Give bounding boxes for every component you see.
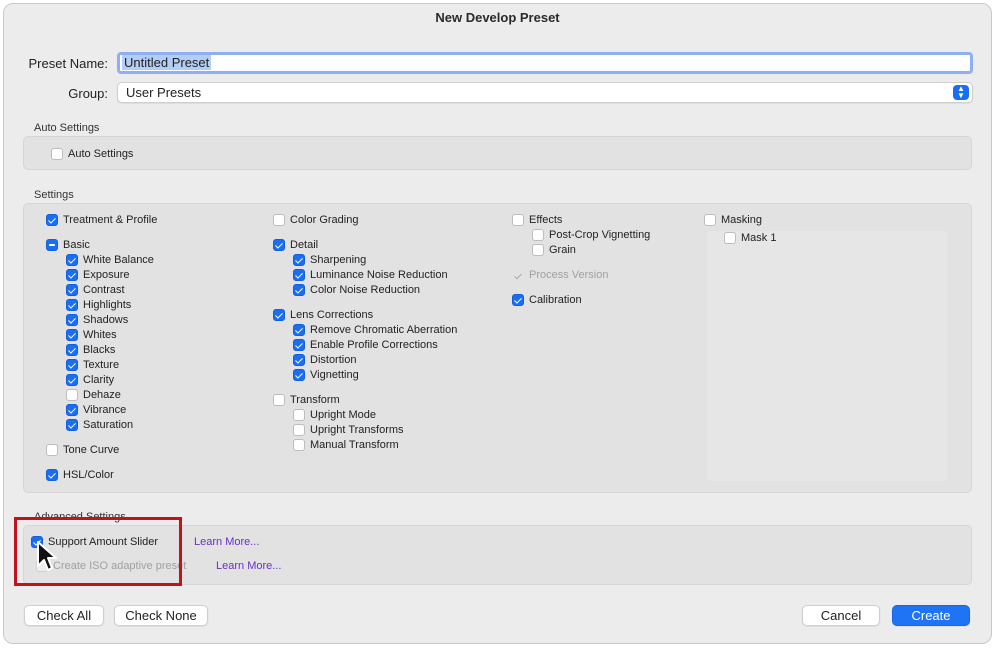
mouse-pointer-icon <box>37 541 57 571</box>
white-balance-checkbox[interactable]: White Balance <box>66 253 154 267</box>
treatment-profile-checkbox[interactable]: Treatment & Profile <box>46 213 157 227</box>
manual-transform-checkbox[interactable]: Manual Transform <box>293 438 399 452</box>
learn-more-link-1[interactable]: Learn More... <box>194 536 259 548</box>
preset-name-input[interactable]: Untitled Preset <box>117 52 973 74</box>
learn-more-link-2[interactable]: Learn More... <box>216 560 281 572</box>
blacks-checkbox[interactable]: Blacks <box>66 343 115 357</box>
calibration-checkbox[interactable]: Calibration <box>512 293 582 307</box>
detail-checkbox[interactable]: Detail <box>273 238 318 252</box>
group-label: Group: <box>68 86 108 101</box>
preset-name-label: Preset Name: <box>28 56 108 71</box>
settings-title: Settings <box>34 189 74 201</box>
distortion-checkbox[interactable]: Distortion <box>293 353 356 367</box>
tone-curve-checkbox[interactable]: Tone Curve <box>46 443 119 457</box>
vibrance-checkbox[interactable]: Vibrance <box>66 403 126 417</box>
masking-list-panel <box>707 231 947 481</box>
upright-mode-checkbox[interactable]: Upright Mode <box>293 408 376 422</box>
check-all-button[interactable]: Check All <box>24 605 104 626</box>
upright-transforms-checkbox[interactable]: Upright Transforms <box>293 423 404 437</box>
vignetting-checkbox[interactable]: Vignetting <box>293 368 359 382</box>
sharpening-checkbox[interactable]: Sharpening <box>293 253 366 267</box>
chevron-updown-icon: ▲ ▼ <box>953 85 969 100</box>
color-noise-reduction-checkbox[interactable]: Color Noise Reduction <box>293 283 420 297</box>
whites-checkbox[interactable]: Whites <box>66 328 117 342</box>
masking-checkbox[interactable]: Masking <box>704 213 762 227</box>
check-none-button[interactable]: Check None <box>114 605 208 626</box>
settings-box: Treatment & Profile Basic White Balance … <box>23 203 972 493</box>
saturation-checkbox[interactable]: Saturation <box>66 418 133 432</box>
cancel-button[interactable]: Cancel <box>802 605 880 626</box>
enable-profile-corrections-checkbox[interactable]: Enable Profile Corrections <box>293 338 438 352</box>
texture-checkbox[interactable]: Texture <box>66 358 119 372</box>
auto-settings-box: Auto Settings <box>23 136 972 170</box>
post-crop-vignetting-checkbox[interactable]: Post-Crop Vignetting <box>532 228 650 242</box>
group-select-value: User Presets <box>126 85 202 100</box>
hsl-color-checkbox[interactable]: HSL/Color <box>46 468 114 482</box>
process-version-checkbox: Process Version <box>512 268 608 282</box>
dehaze-checkbox[interactable]: Dehaze <box>66 388 121 402</box>
mask-1-checkbox[interactable]: Mask 1 <box>724 231 776 245</box>
create-button[interactable]: Create <box>892 605 970 626</box>
exposure-checkbox[interactable]: Exposure <box>66 268 129 282</box>
color-grading-checkbox[interactable]: Color Grading <box>273 213 358 227</box>
transform-checkbox[interactable]: Transform <box>273 393 340 407</box>
highlights-checkbox[interactable]: Highlights <box>66 298 131 312</box>
grain-checkbox[interactable]: Grain <box>532 243 576 257</box>
auto-settings-checkbox[interactable]: Auto Settings <box>51 147 133 161</box>
preset-name-value: Untitled Preset <box>122 55 212 70</box>
effects-checkbox[interactable]: Effects <box>512 213 562 227</box>
remove-chromatic-aberration-checkbox[interactable]: Remove Chromatic Aberration <box>293 323 457 337</box>
clarity-checkbox[interactable]: Clarity <box>66 373 114 387</box>
dialog-title: New Develop Preset <box>435 10 560 25</box>
auto-settings-title: Auto Settings <box>34 122 100 134</box>
shadows-checkbox[interactable]: Shadows <box>66 313 128 327</box>
basic-checkbox[interactable]: Basic <box>46 238 90 252</box>
group-select[interactable]: User Presets ▲ ▼ <box>117 82 973 103</box>
contrast-checkbox[interactable]: Contrast <box>66 283 125 297</box>
lens-corrections-checkbox[interactable]: Lens Corrections <box>273 308 373 322</box>
luminance-noise-reduction-checkbox[interactable]: Luminance Noise Reduction <box>293 268 448 282</box>
